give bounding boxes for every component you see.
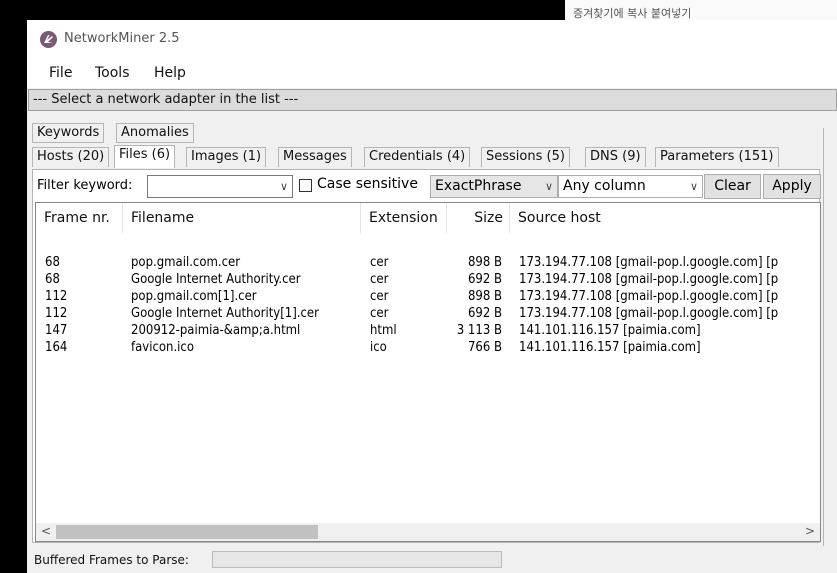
background-app-strip: 증겨찾기에 복사 붙여넣기 [565, 0, 837, 21]
tab-parameters[interactable]: Parameters (151) [655, 147, 779, 167]
column-header-source-host[interactable]: Source host [510, 203, 820, 233]
filename-cell: pop.gmail.com.cer [131, 255, 241, 270]
horizontal-scrollbar[interactable]: < > [36, 523, 820, 541]
chevron-down-icon: ∨ [689, 180, 698, 193]
tab-anomalies[interactable]: Anomalies [116, 123, 194, 143]
column-header-frame[interactable]: Frame nr. [36, 203, 123, 233]
frame-cell: 68 [45, 255, 60, 270]
filename-cell: pop.gmail.com[1].cer [131, 289, 257, 304]
scrollbar-thumb[interactable] [56, 525, 318, 539]
match-mode-value: ExactPhrase [435, 178, 522, 194]
source-host-cell: 141.101.116.157 [paimia.com] [519, 340, 701, 355]
table-row[interactable]: 147 200912-paimia-&amp;a.html html 3 113 B 1… [36, 323, 820, 339]
tab-hosts[interactable]: Hosts (20) [32, 147, 110, 167]
size-cell: 898 B [467, 255, 502, 270]
files-table: Frame nr. Filename Extension Size Source… [35, 202, 821, 542]
table-row[interactable]: 68 pop.gmail.com.cer cer 898 B 173.194.77.10… [36, 255, 820, 271]
tab-images[interactable]: Images (1) [186, 147, 267, 167]
source-host-cell: 141.101.116.157 [paimia.com] [519, 323, 701, 338]
tab-keywords[interactable]: Keywords [32, 123, 105, 143]
source-host-cell: 173.194.77.108 [gmail-pop.l.google.com] … [519, 306, 779, 321]
column-header-filename[interactable]: Filename [123, 203, 361, 233]
extension-cell: cer [370, 272, 389, 287]
table-row[interactable]: 112 pop.gmail.com[1].cer cer 898 B 173.194.7… [36, 289, 820, 305]
frame-cell: 164 [45, 340, 68, 355]
filename-cell: Google Internet Authority[1].cer [131, 306, 319, 321]
source-host-cell: 173.194.77.108 [gmail-pop.l.google.com] … [519, 289, 779, 304]
frame-cell: 147 [45, 323, 68, 338]
table-row[interactable]: 164 favicon.ico ico 766 B 141.101.116.157 [p… [36, 340, 820, 356]
scroll-left-icon[interactable]: < [41, 524, 51, 538]
filename-cell: Google Internet Authority.cer [131, 272, 301, 287]
size-cell: 898 B [467, 289, 502, 304]
size-cell: 692 B [467, 272, 502, 287]
frame-cell: 112 [45, 306, 68, 321]
tab-credentials[interactable]: Credentials (4) [364, 147, 471, 167]
size-cell: 766 B [467, 340, 502, 355]
scroll-right-icon[interactable]: > [805, 524, 815, 538]
table-row[interactable]: 112 Google Internet Authority[1].cer cer 69… [36, 306, 820, 322]
case-sensitive-label: Case sensitive [317, 176, 418, 192]
size-cell: 692 B [467, 306, 502, 321]
extension-cell: cer [370, 255, 389, 270]
tab-sessions[interactable]: Sessions (5) [481, 147, 570, 167]
source-host-cell: 173.194.77.108 [gmail-pop.l.google.com] … [519, 272, 779, 287]
column-header-extension[interactable]: Extension [361, 203, 447, 233]
background-app-text: 증겨찾기에 복사 붙여넣기 [573, 7, 692, 20]
match-mode-select[interactable]: ExactPhrase ∨ [430, 175, 558, 198]
frame-cell: 112 [45, 289, 68, 304]
size-cell: 3 113 B [456, 323, 502, 338]
source-host-cell: 173.194.77.108 [gmail-pop.l.google.com] … [519, 255, 779, 270]
column-value: Any column [563, 178, 646, 194]
filename-cell: 200912-paimia-&amp;a.html [131, 323, 301, 338]
window-title: NetworkMiner 2.5 [64, 31, 180, 46]
chevron-down-icon: ∨ [544, 180, 553, 193]
clear-button[interactable]: Clear [704, 174, 761, 199]
network-adapter-select[interactable]: --- Select a network adapter in the list… [28, 89, 837, 111]
extension-cell: html [370, 323, 397, 338]
apply-button[interactable]: Apply [763, 174, 821, 199]
menu-file[interactable]: File [49, 65, 72, 81]
column-header-size[interactable]: Size [447, 203, 510, 233]
extension-cell: ico [370, 340, 387, 355]
case-sensitive-checkbox[interactable] [299, 179, 312, 192]
menu-tools[interactable]: Tools [95, 65, 130, 81]
title-bar: NetworkMiner 2.5 [27, 20, 837, 60]
buffered-frames-progress [212, 551, 502, 568]
buffered-frames-label: Buffered Frames to Parse: [34, 553, 189, 567]
filter-keyword-input[interactable]: ∨ [147, 175, 293, 198]
tab-dns[interactable]: DNS (9) [585, 147, 646, 167]
frame-cell: 68 [45, 272, 60, 287]
right-splitter[interactable] [823, 128, 837, 548]
chevron-down-icon: ∨ [279, 180, 288, 193]
tab-files[interactable]: Files (6) [114, 145, 176, 168]
table-row[interactable]: 68 Google Internet Authority.cer cer 692 B 1… [36, 272, 820, 288]
column-select[interactable]: Any column ∨ [558, 175, 703, 198]
tab-messages[interactable]: Messages [278, 147, 352, 167]
networkminer-logo-icon [40, 31, 57, 48]
filter-keyword-label: Filter keyword: [37, 178, 133, 193]
networkminer-window: NetworkMiner 2.5 File Tools Help --- Sel… [27, 20, 837, 573]
filename-cell: favicon.ico [131, 340, 194, 355]
extension-cell: cer [370, 306, 389, 321]
extension-cell: cer [370, 289, 389, 304]
menu-help[interactable]: Help [154, 65, 186, 81]
menu-bar: File Tools Help [27, 60, 837, 88]
status-bar: Buffered Frames to Parse: [27, 546, 837, 573]
